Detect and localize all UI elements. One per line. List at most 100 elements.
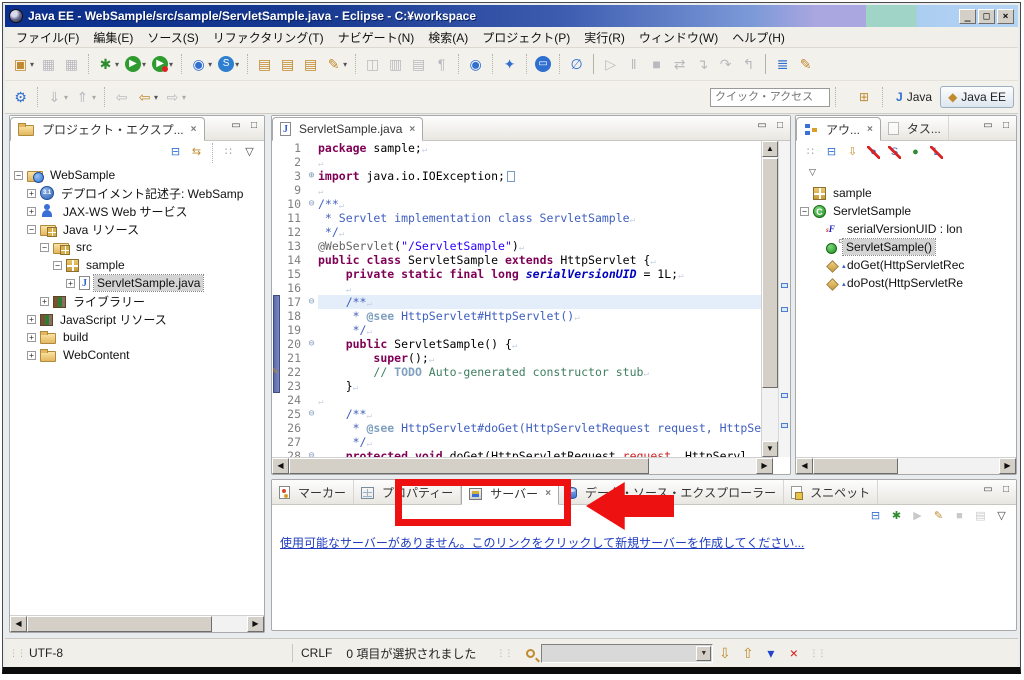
code-line[interactable]: 16 ↵ — [281, 281, 778, 295]
collapse-box[interactable]: − — [27, 225, 36, 234]
view-menu-icon[interactable]: ▽ — [803, 163, 822, 182]
tab-project-explorer[interactable]: プロジェクト・エクスプ... × — [10, 117, 205, 141]
previous-annotation-caret[interactable]: ▾ — [92, 93, 96, 102]
collapse-box[interactable]: − — [14, 171, 23, 180]
close-icon[interactable]: × — [409, 124, 415, 135]
hide-static-members-icon[interactable]: S — [885, 143, 904, 162]
project-explorer-hscrollbar[interactable]: ◀ ▶ — [10, 615, 264, 632]
occurrence-marker[interactable] — [781, 393, 788, 398]
run-external-caret[interactable]: ▾ — [169, 60, 173, 69]
menu-item-3[interactable]: リファクタリング(T) — [206, 27, 331, 48]
scroll-thumb[interactable] — [289, 458, 649, 474]
code-line[interactable]: 25⊖ /**↵ — [281, 407, 778, 421]
perspective-java-ee[interactable]: ◆ Java EE — [940, 86, 1014, 108]
mark-text-icon[interactable]: ✎▾ — [323, 52, 349, 76]
expand-box[interactable]: + — [27, 207, 36, 216]
project-tree-item[interactable]: −src — [10, 238, 264, 256]
minimize-view-icon[interactable]: ▭ — [755, 120, 769, 131]
project-tree-item[interactable]: +JAX-WS Web サービス — [10, 202, 264, 220]
menu-item-6[interactable]: プロジェクト(P) — [475, 27, 577, 48]
collapse-box[interactable]: − — [40, 243, 49, 252]
scroll-down-icon[interactable]: ▼ — [762, 441, 778, 457]
back-history-icon[interactable]: ⇦▾ — [134, 85, 160, 109]
collapse-box[interactable]: − — [53, 261, 62, 270]
project-tree-item[interactable]: +build — [10, 328, 264, 346]
occurrence-marker[interactable] — [781, 307, 788, 312]
maximize-view-icon[interactable]: □ — [773, 120, 787, 131]
run-external-icon[interactable]: ▶▾ — [150, 52, 175, 76]
code-line[interactable]: 14public class ServletSample extends Htt… — [281, 253, 778, 267]
expand-box[interactable]: + — [27, 189, 36, 198]
close-icon[interactable]: × — [867, 124, 873, 135]
print-icon[interactable]: ▤ — [408, 52, 429, 76]
scroll-right-icon[interactable]: ▶ — [999, 458, 1016, 474]
profile-server-icon[interactable]: ✎ — [929, 507, 948, 526]
code-line[interactable]: 21 super();↵ — [281, 351, 778, 365]
view-menu-icon[interactable]: ▽ — [992, 507, 1011, 526]
filters-icon[interactable]: ∷ — [219, 143, 238, 162]
code-line[interactable]: 24↵ — [281, 393, 778, 407]
stop-server-icon[interactable]: ■ — [950, 507, 969, 526]
search-icon[interactable]: ◫ — [362, 52, 383, 76]
close-icon[interactable]: × — [191, 124, 197, 135]
configure-annotations-icon[interactable]: ✎ — [795, 52, 816, 76]
view-menu-icon[interactable]: ▽ — [240, 143, 259, 162]
outline-tree-item[interactable]: −ServletSample — [796, 202, 1016, 220]
code-line[interactable]: 17⊖ /**↵ — [281, 295, 778, 309]
last-edit-location-icon[interactable]: ⇦ — [111, 85, 132, 109]
outline-hscrollbar[interactable]: ◀ ▶ — [796, 457, 1016, 474]
scroll-left-icon[interactable]: ◀ — [10, 616, 27, 632]
hide-fields-icon[interactable]: ● — [864, 143, 883, 162]
fold-toggle-icon[interactable]: ⊖ — [305, 449, 318, 457]
scroll-thumb[interactable] — [813, 458, 898, 474]
debug-icon[interactable]: ✱▾ — [95, 52, 121, 76]
collapse-all-icon[interactable]: ⊟ — [822, 143, 841, 162]
menu-item-5[interactable]: 検索(A) — [421, 27, 475, 48]
code-line[interactable]: 1package sample;↵ — [281, 141, 778, 155]
forward-history-icon[interactable]: ⇨▾ — [162, 85, 188, 109]
incremental-find-next-icon[interactable]: ⇩ — [714, 641, 735, 665]
perspective-java[interactable]: J Java — [888, 86, 940, 108]
scroll-left-icon[interactable]: ◀ — [272, 458, 289, 474]
collapse-all-icon[interactable]: ⊟ — [866, 507, 885, 526]
close-button[interactable]: × — [997, 9, 1014, 24]
outline-tree-item[interactable]: ServletSample() — [796, 238, 1016, 256]
project-tree-item[interactable]: −WebSample — [10, 166, 264, 184]
new-dynamic-web-project-caret[interactable]: ▾ — [208, 60, 212, 69]
save-all-icon[interactable]: ▦ — [61, 52, 82, 76]
code-line[interactable]: 9↵ — [281, 183, 778, 197]
expand-box[interactable]: + — [66, 279, 75, 288]
outline-tree-item[interactable]: doGet(HttpServletRec — [796, 256, 1016, 274]
step-return-icon[interactable]: ↰ — [738, 52, 759, 76]
minimize-view-icon[interactable]: ▭ — [229, 120, 243, 131]
scroll-thumb[interactable] — [762, 158, 778, 388]
code-line[interactable]: 2↵ — [281, 155, 778, 169]
code-editor[interactable]: 1package sample;↵2↵3⊕import java.io.IOEx… — [281, 141, 778, 457]
occurrence-marker[interactable] — [781, 283, 788, 288]
scroll-left-icon[interactable]: ◀ — [796, 458, 813, 474]
code-line[interactable]: 22 // TODO Auto-generated constructor st… — [281, 365, 778, 379]
build-gear-icon[interactable]: ⚙ — [10, 85, 31, 109]
new-dynamic-web-project-icon[interactable]: ◉▾ — [188, 52, 214, 76]
save-icon[interactable]: ▦ — [38, 52, 59, 76]
code-line[interactable]: 12 */↵ — [281, 225, 778, 239]
collapse-all-icon[interactable]: ⊟ — [166, 143, 185, 162]
tab-tasks[interactable]: タス... — [881, 116, 949, 140]
scroll-up-icon[interactable]: ▲ — [762, 141, 778, 157]
open-artifact-icon[interactable]: ▤ — [300, 52, 321, 76]
expand-box[interactable]: + — [27, 351, 36, 360]
code-line[interactable]: 19 */↵ — [281, 323, 778, 337]
code-line[interactable]: 20⊖ public ServletSample() {↵ — [281, 337, 778, 351]
combo-dropdown-icon[interactable]: ▼ — [696, 646, 711, 661]
import-war-icon[interactable]: ▤ — [277, 52, 298, 76]
project-tree-item[interactable]: +デプロイメント記述子: WebSamp — [10, 184, 264, 202]
find-combo[interactable]: ▼ — [541, 644, 713, 663]
close-find-icon[interactable]: × — [783, 641, 804, 665]
fold-toggle-icon[interactable]: ⊖ — [305, 197, 318, 211]
expand-box[interactable]: + — [40, 297, 49, 306]
expand-box[interactable]: + — [27, 315, 36, 324]
export-war-icon[interactable]: ▤ — [254, 52, 275, 76]
start-server-icon[interactable]: ▶ — [908, 507, 927, 526]
filters-icon[interactable]: ∷ — [801, 143, 820, 162]
launch-ws-client-icon[interactable]: ✦ — [499, 52, 520, 76]
